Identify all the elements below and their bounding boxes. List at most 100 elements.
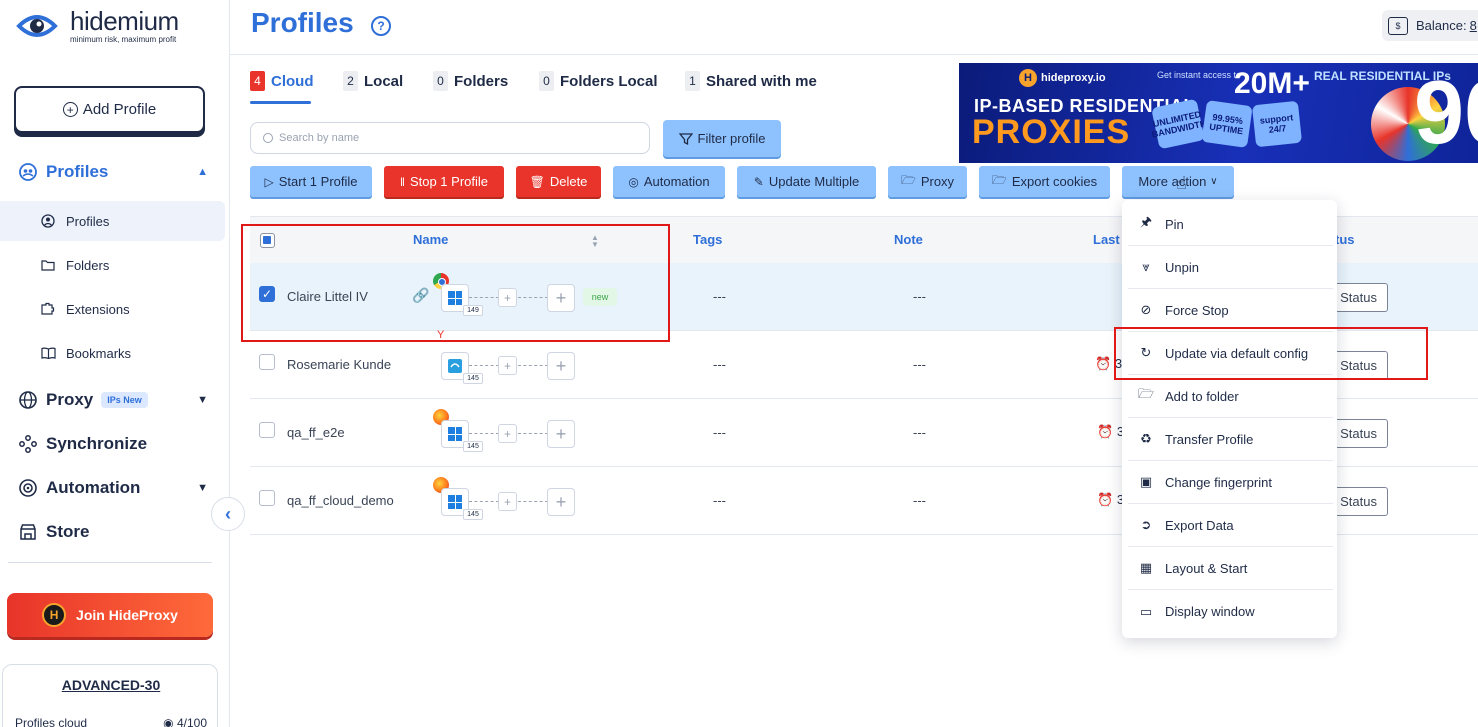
tab-folders-local[interactable]: 0 Folders Local: [539, 70, 658, 92]
connector-line: [469, 433, 499, 434]
menu-item-export-data[interactable]: ➲ Export Data: [1128, 504, 1333, 547]
menu-item-display-window[interactable]: ▭ Display window: [1128, 590, 1333, 633]
more-action-label: More action: [1138, 174, 1207, 189]
add-profile-label: Add Profile: [82, 101, 157, 118]
recycle-icon: ♻: [1140, 431, 1152, 446]
plan-row-value-wrap: ◉ 4/100: [163, 716, 207, 727]
delete-button[interactable]: 🗑 Delete: [516, 166, 601, 197]
automation-label: Automation: [643, 174, 710, 189]
add-profile-button[interactable]: + Add Profile: [14, 86, 205, 133]
menu-item-transfer-profile[interactable]: ♻ Transfer Profile: [1128, 418, 1333, 461]
menu-item-label: Pin: [1165, 216, 1184, 232]
menu-item-change-fingerprint[interactable]: ▣ Change fingerprint: [1128, 461, 1333, 504]
menu-item-force-stop[interactable]: ⊘ Force Stop: [1128, 289, 1333, 332]
tab-shared-with-me[interactable]: 1 Shared with me: [685, 70, 817, 92]
windows-icon: [448, 427, 462, 441]
nav-store-label: Store: [46, 522, 90, 541]
delete-label: Delete: [549, 174, 588, 189]
menu-item-label: Unpin: [1165, 259, 1199, 275]
banner-big-digits: 90: [1414, 63, 1478, 163]
sort-icon[interactable]: ▲ ▼: [591, 234, 599, 249]
hideproxy-ad-banner[interactable]: Hhideproxy.io Get instant access to 20M+…: [959, 63, 1478, 163]
export-cookies-button[interactable]: 🗁 Export cookies: [979, 166, 1110, 197]
automation-button[interactable]: ◎ Automation: [613, 166, 725, 197]
add-proxy-button[interactable]: +: [547, 420, 575, 448]
proxy-button[interactable]: 🗁 Proxy: [888, 166, 967, 197]
menu-item-label: Display window: [1165, 604, 1255, 619]
balance-display[interactable]: $ Balance: 8: [1382, 10, 1478, 41]
nav-automation[interactable]: Automation ▼: [18, 478, 214, 498]
menu-item-update-default-config[interactable]: ↻ Update via default config: [1128, 332, 1333, 375]
join-hideproxy-button[interactable]: H Join HideProxy: [7, 593, 213, 637]
alarm-clock-icon: ⏰: [1097, 492, 1114, 507]
brand-logo[interactable]: hidemium minimum risk, maximum profit: [16, 8, 179, 44]
start-profile-button[interactable]: ▷ Start 1 Profile: [250, 166, 372, 197]
menu-item-label: Update via default config: [1165, 345, 1309, 361]
add-proxy-button[interactable]: +: [547, 352, 575, 380]
hideproxy-logo: Hhideproxy.io: [1019, 69, 1106, 87]
add-small-button[interactable]: +: [498, 424, 517, 443]
add-proxy-button[interactable]: +: [547, 284, 575, 312]
row-checkbox[interactable]: ✓: [259, 286, 275, 302]
filter-label: Filter profile: [697, 131, 766, 146]
chevron-down-icon: ▼: [197, 394, 208, 406]
profile-name[interactable]: qa_ff_cloud_demo: [287, 493, 394, 508]
add-small-button[interactable]: +: [498, 288, 517, 307]
tab-folders[interactable]: 0 Folders: [433, 70, 508, 92]
profile-name[interactable]: Claire Littel IV: [287, 289, 368, 304]
sub-item-folders[interactable]: Folders: [0, 245, 225, 285]
tab-cloud[interactable]: 4 Cloud: [250, 70, 314, 92]
profile-name[interactable]: Rosemarie Kunde: [287, 357, 391, 372]
connector-line: [518, 501, 548, 502]
menu-item-add-to-folder[interactable]: 🗁 Add to folder: [1128, 375, 1333, 418]
link-icon[interactable]: 🔗: [412, 287, 429, 304]
plan-name[interactable]: ADVANCED-30: [3, 677, 219, 693]
update-multiple-button[interactable]: ✎ Update Multiple: [737, 166, 876, 197]
add-small-button[interactable]: +: [498, 492, 517, 511]
add-small-button[interactable]: +: [498, 356, 517, 375]
image-edit-icon: ▣: [1139, 474, 1153, 489]
balance-label: Balance:: [1416, 18, 1467, 33]
target-small-icon: ◎: [628, 174, 639, 189]
proxy-label: Proxy: [920, 174, 955, 189]
banner-logo-text: hideproxy.io: [1041, 72, 1106, 84]
menu-item-label: Transfer Profile: [1165, 431, 1254, 447]
add-proxy-button[interactable]: +: [547, 488, 575, 516]
help-icon[interactable]: ?: [371, 16, 391, 36]
row-checkbox[interactable]: [259, 490, 275, 506]
document-edit-icon: ✎: [753, 174, 764, 189]
search-input[interactable]: Search by name: [250, 122, 650, 154]
nav-store[interactable]: Store: [18, 522, 214, 542]
profile-name[interactable]: qa_ff_e2e: [287, 425, 345, 440]
menu-item-pin[interactable]: 🖈 Pin: [1128, 203, 1333, 246]
filter-profile-button[interactable]: Filter profile: [663, 120, 781, 157]
nav-synchronize-label: Synchronize: [46, 434, 148, 453]
banner-proxies-text: PROXIES: [972, 113, 1131, 151]
menu-item-layout-start[interactable]: ▦ Layout & Start: [1128, 547, 1333, 590]
join-label: Join HideProxy: [76, 607, 178, 623]
select-all-checkbox[interactable]: [260, 233, 275, 248]
banner-big-number: 20M+: [1234, 67, 1310, 100]
folder-icon: [40, 257, 56, 273]
sub-item-extensions[interactable]: Extensions: [0, 289, 225, 329]
nav-proxy[interactable]: Proxy IPs New ▼: [18, 390, 214, 410]
nav-synchronize[interactable]: Synchronize: [18, 434, 214, 454]
sub-item-bookmarks[interactable]: Bookmarks: [0, 333, 225, 373]
plan-card: ADVANCED-30 Profiles cloud ◉ 4/100: [2, 664, 218, 727]
tab-local[interactable]: 2 Local: [343, 70, 403, 92]
col-name-header[interactable]: Name: [413, 232, 448, 247]
connector-line: [518, 297, 548, 298]
nav-profiles[interactable]: Profiles ▲: [18, 162, 214, 182]
grid-icon: ▦: [1139, 560, 1153, 575]
sub-item-profiles[interactable]: Profiles: [0, 201, 225, 241]
browser-version: 145: [463, 373, 483, 384]
search-icon: [263, 133, 273, 143]
chevron-left-icon: ‹: [225, 503, 231, 524]
connector-line: [518, 433, 548, 434]
row-checkbox[interactable]: [259, 422, 275, 438]
collapse-sidebar-button[interactable]: ‹: [211, 497, 245, 531]
stop-profile-button[interactable]: ‖ Stop 1 Profile: [384, 166, 504, 197]
row-checkbox[interactable]: [259, 354, 275, 370]
menu-item-unpin[interactable]: ⩔ Unpin: [1128, 246, 1333, 289]
folder-open-icon: 🗁: [900, 173, 916, 187]
